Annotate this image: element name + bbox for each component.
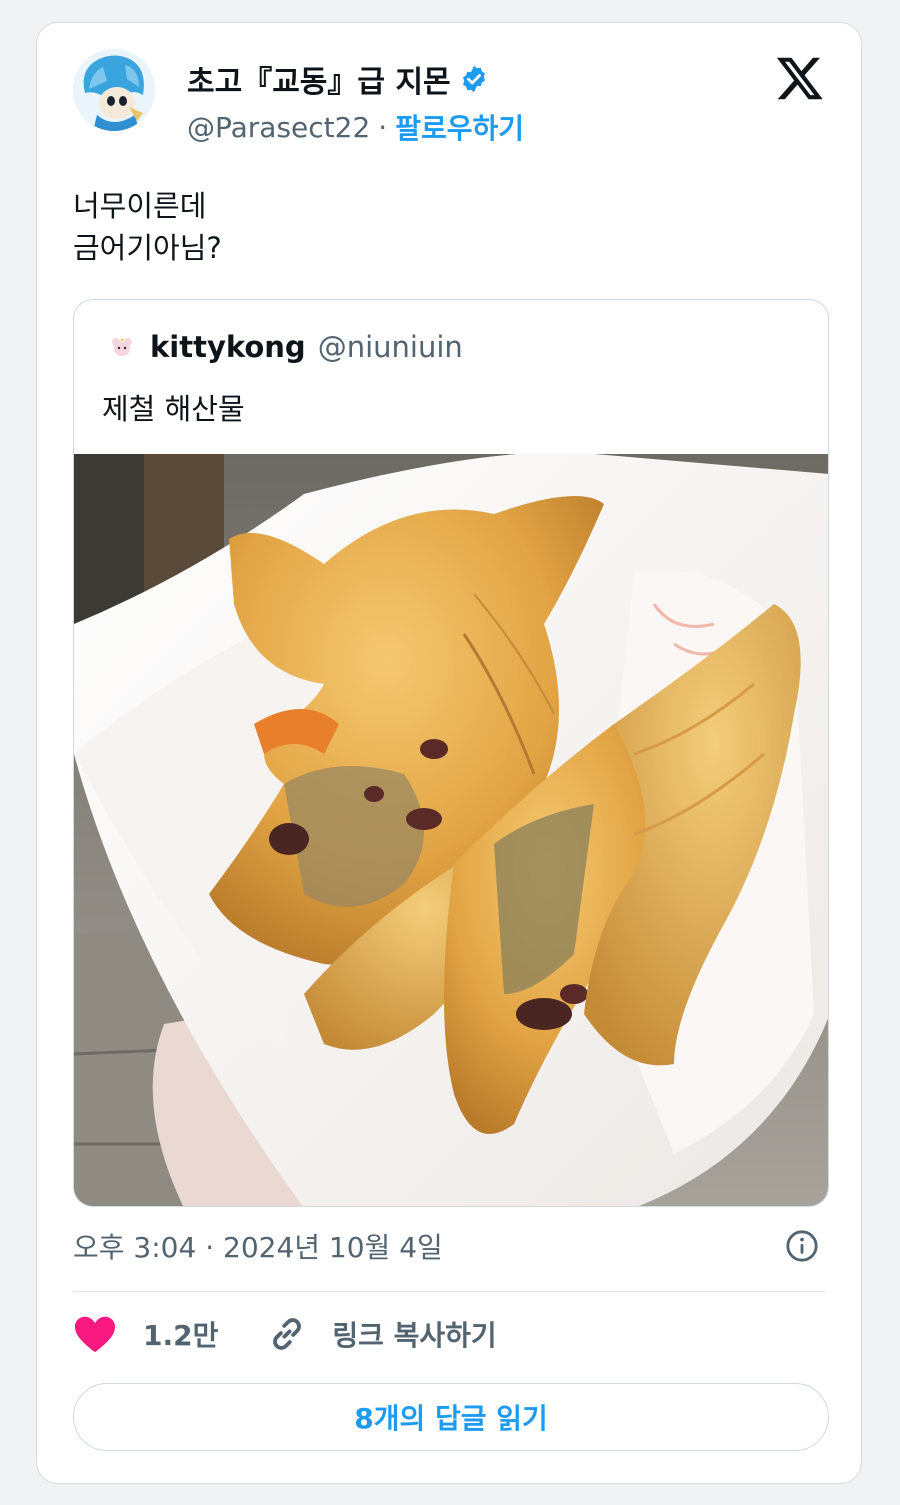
author-avatar[interactable] (73, 49, 155, 131)
follow-button[interactable]: 팔로우하기 (395, 107, 524, 147)
tweet-timestamp[interactable]: 오후 3:04 · 2024년 10월 4일 (73, 1226, 443, 1266)
heart-icon (75, 1316, 115, 1353)
action-bar: 1.2만 링크 복사하기 (73, 1313, 497, 1355)
tweet-text-line: 금어기아님? (73, 231, 222, 265)
author-name-row: 초고『교동』급 지몬 (187, 57, 489, 101)
author-display-name[interactable]: 초고『교동』급 지몬 (187, 57, 451, 101)
copy-link-button[interactable]: 링크 복사하기 (266, 1313, 497, 1355)
like-count: 1.2만 (143, 1319, 219, 1352)
quoted-tweet-text: 제철 해산물 (102, 392, 245, 426)
read-replies-button[interactable]: 8개의 답글 읽기 (73, 1383, 829, 1451)
verified-badge-icon (462, 65, 485, 93)
author-handle-row: @Parasect22 · 팔로우하기 (187, 107, 524, 147)
tweet-text: 너무이른데 금어기아님? (73, 185, 222, 269)
link-icon (273, 1318, 302, 1350)
divider (73, 1291, 825, 1292)
tweet-text-line: 너무이른데 (73, 189, 207, 223)
quoted-tweet-photo[interactable] (74, 454, 829, 1207)
quoted-author-handle: @niuniuin (317, 330, 463, 364)
quoted-author-name: kittykong (150, 330, 306, 364)
separator-dot: · (378, 110, 388, 144)
info-icon[interactable] (785, 1229, 819, 1263)
tweet-card: 초고『교동』급 지몬 @Parasect22 · 팔로우하기 너무이른데 금어기… (36, 22, 862, 1484)
like-button[interactable]: 1.2만 (73, 1314, 218, 1354)
quoted-author-avatar (107, 332, 137, 362)
quoted-tweet-header: kittykong @niuniuin (106, 330, 463, 364)
quoted-tweet[interactable]: kittykong @niuniuin 제철 해산물 (73, 299, 829, 1207)
author-handle[interactable]: @Parasect22 (187, 111, 370, 144)
x-logo-icon[interactable] (775, 53, 825, 103)
copy-link-label: 링크 복사하기 (332, 1319, 497, 1352)
